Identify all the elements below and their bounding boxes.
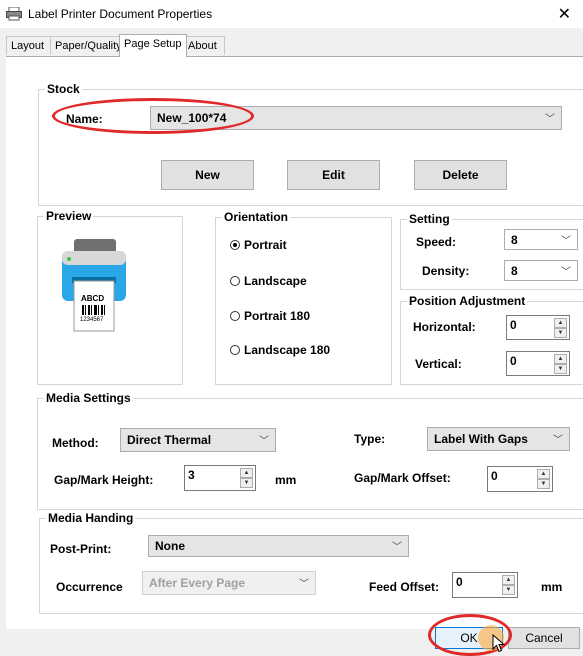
page-setup-panel: Stock Name: New_100*74 ﹀ New Edit Delete…	[6, 56, 583, 629]
media-handing-group: Media Handing	[39, 511, 583, 614]
orientation-portrait-180-radio[interactable]: Portrait 180	[230, 309, 310, 323]
occurrence-value: After Every Page	[149, 576, 246, 590]
feed-offset-spinner[interactable]: 0 ▲ ▼	[452, 572, 518, 598]
annotation-circle-name	[52, 98, 254, 134]
printer-icon	[6, 7, 22, 21]
barcode-icon	[82, 305, 105, 315]
post-print-value: None	[155, 539, 185, 553]
media-settings-group: Media Settings	[37, 391, 583, 510]
radio-unselected-icon	[230, 311, 240, 321]
occurrence-select: After Every Page ﹀	[142, 571, 316, 595]
setting-group-label: Setting	[407, 212, 452, 226]
feed-offset-value: 0	[456, 575, 463, 589]
preview-group-label: Preview	[44, 209, 94, 223]
title-bar: Label Printer Document Properties ✕	[0, 0, 583, 28]
occurrence-label: Occurrence	[56, 580, 123, 594]
speed-value: 8	[511, 232, 518, 247]
spin-up-icon[interactable]: ▲	[502, 575, 515, 585]
chevron-down-icon: ﹀	[553, 434, 563, 446]
method-value: Direct Thermal	[127, 433, 212, 447]
spin-down-icon[interactable]: ▼	[554, 328, 567, 338]
spin-up-icon[interactable]: ▲	[537, 469, 550, 479]
stock-group-label: Stock	[45, 82, 82, 96]
window-title: Label Printer Document Properties	[28, 7, 213, 21]
chevron-down-icon: ﹀	[561, 235, 571, 247]
density-select[interactable]: 8 ﹀	[504, 260, 578, 281]
orientation-portrait-radio[interactable]: Portrait	[230, 238, 287, 252]
spin-down-icon[interactable]: ▼	[537, 479, 550, 489]
orientation-portrait-label: Portrait	[244, 238, 287, 252]
vertical-value: 0	[510, 354, 517, 368]
method-select[interactable]: Direct Thermal ﹀	[120, 428, 276, 452]
spin-down-icon[interactable]: ▼	[554, 364, 567, 374]
spin-up-icon[interactable]: ▲	[554, 318, 567, 328]
tab-paper-quality[interactable]: Paper/Quality	[50, 36, 123, 55]
orientation-landscape-label: Landscape	[244, 274, 307, 288]
type-label: Type:	[354, 432, 386, 446]
vertical-label: Vertical:	[415, 357, 462, 371]
orientation-group-label: Orientation	[222, 210, 291, 224]
delete-button[interactable]: Delete	[414, 160, 507, 190]
orientation-portrait-180-label: Portrait 180	[244, 309, 311, 323]
post-print-select[interactable]: None ﹀	[148, 535, 409, 557]
media-handing-label: Media Handing	[46, 511, 136, 525]
gap-mark-height-value: 3	[188, 468, 195, 482]
preview-label-text: ABCD	[81, 294, 105, 303]
feed-offset-unit: mm	[541, 580, 563, 594]
density-value: 8	[511, 263, 518, 278]
tab-about[interactable]: About	[183, 36, 225, 55]
gap-mark-offset-value: 0	[491, 469, 498, 483]
type-value: Label With Gaps	[434, 432, 528, 446]
edit-button[interactable]: Edit	[287, 160, 380, 190]
post-print-label: Post-Print:	[50, 542, 112, 556]
radio-unselected-icon	[230, 276, 240, 286]
feed-offset-label: Feed Offset:	[369, 580, 440, 594]
chevron-down-icon: ﹀	[299, 578, 309, 590]
mouse-cursor-icon	[492, 634, 506, 653]
gap-mark-offset-label: Gap/Mark Offset:	[354, 471, 451, 485]
spin-up-icon[interactable]: ▲	[554, 354, 567, 364]
spin-down-icon[interactable]: ▼	[240, 478, 253, 488]
gap-mark-offset-spinner[interactable]: 0 ▲ ▼	[487, 466, 553, 492]
orientation-landscape-180-label: Landscape 180	[244, 343, 331, 357]
chevron-down-icon: ﹀	[259, 435, 269, 447]
spin-up-icon[interactable]: ▲	[240, 468, 253, 478]
horizontal-value: 0	[510, 318, 517, 332]
orientation-landscape-radio[interactable]: Landscape	[230, 274, 307, 288]
gap-mark-height-label: Gap/Mark Height:	[54, 473, 154, 487]
type-select[interactable]: Label With Gaps ﹀	[427, 427, 570, 451]
chevron-down-icon: ﹀	[561, 266, 571, 278]
new-button[interactable]: New	[161, 160, 254, 190]
radio-unselected-icon	[230, 345, 240, 355]
chevron-down-icon: ﹀	[392, 541, 402, 553]
tab-page-setup[interactable]: Page Setup	[119, 34, 187, 57]
chevron-down-icon: ﹀	[545, 113, 555, 125]
gap-mark-height-spinner[interactable]: 3 ▲ ▼	[184, 465, 256, 491]
orientation-landscape-180-radio[interactable]: Landscape 180	[230, 343, 330, 357]
vertical-spinner[interactable]: 0 ▲ ▼	[506, 351, 570, 376]
close-icon[interactable]: ✕	[558, 4, 571, 24]
position-adjustment-label: Position Adjustment	[407, 294, 528, 308]
horizontal-label: Horizontal:	[413, 320, 476, 334]
horizontal-spinner[interactable]: 0 ▲ ▼	[506, 315, 570, 340]
speed-select[interactable]: 8 ﹀	[504, 229, 578, 250]
speed-label: Speed:	[416, 235, 457, 249]
radio-selected-icon	[230, 240, 240, 250]
method-label: Method:	[52, 436, 99, 450]
preview-label-number: 1234567	[80, 317, 104, 323]
media-settings-label: Media Settings	[44, 391, 133, 405]
cancel-button[interactable]: Cancel	[508, 627, 580, 649]
spin-down-icon[interactable]: ▼	[502, 585, 515, 595]
gap-mark-height-unit: mm	[275, 473, 297, 487]
tab-layout[interactable]: Layout	[6, 36, 52, 55]
printer-preview-image: ABCD 1234567	[58, 237, 130, 337]
density-label: Density:	[422, 264, 470, 278]
